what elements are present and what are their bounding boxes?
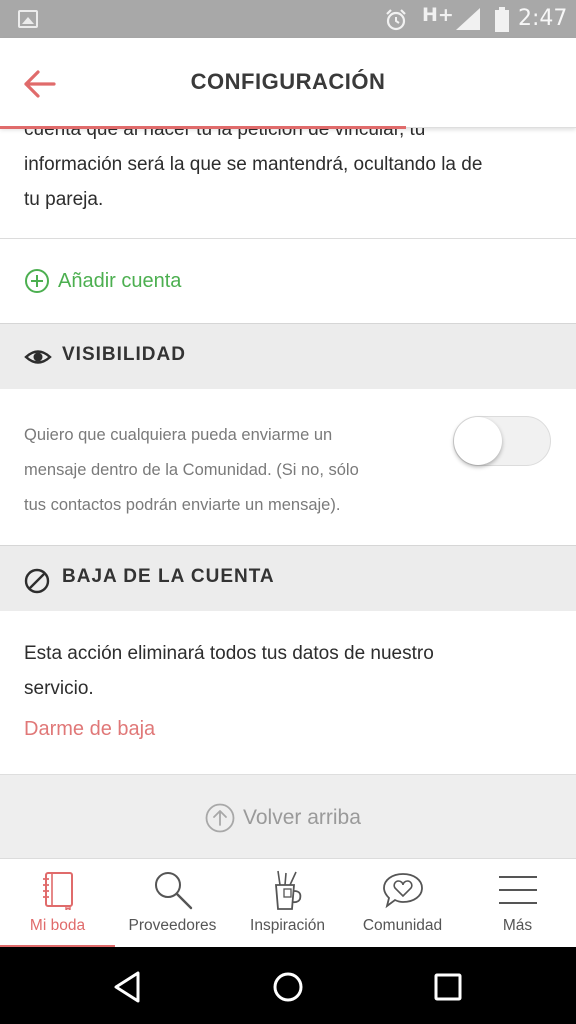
chat-heart-icon <box>382 873 423 909</box>
recents-square-icon[interactable] <box>428 967 468 1007</box>
description-line: mensaje dentro de la Comunidad. (Si no, … <box>24 461 359 479</box>
nav-label: Mi boda <box>29 917 86 934</box>
signal-icon <box>456 8 480 30</box>
home-circle-icon[interactable] <box>268 967 308 1007</box>
settings-content[interactable]: cuenta que al hacer tú la petición de vi… <box>0 128 576 858</box>
image-notification-icon <box>18 10 38 28</box>
menu-icon <box>498 876 537 904</box>
bottom-navigation: Mi boda Proveedores Inspiración Comunida… <box>0 858 576 948</box>
account-removal-section-header: BAJA DE LA CUENTA <box>0 545 576 611</box>
description-line: Esta acción eliminará todos tus datos de… <box>24 643 434 664</box>
magnifier-icon <box>154 872 192 910</box>
linked-account-description: cuenta que al hacer tú la petición de vi… <box>24 128 554 217</box>
arrow-up-circle-icon <box>205 803 235 833</box>
back-to-top-label: Volver arriba <box>243 806 361 829</box>
back-triangle-icon[interactable] <box>108 967 148 1007</box>
notebook-icon <box>42 872 73 910</box>
nav-item-comunidad[interactable]: Comunidad <box>345 859 460 948</box>
eye-icon <box>24 350 52 364</box>
system-navigation-bar <box>0 947 576 1024</box>
toggle-knob <box>454 417 502 465</box>
nav-label: Comunidad <box>362 917 443 934</box>
delete-account-link[interactable]: Darme de baja <box>24 718 155 741</box>
alarm-icon <box>386 9 406 31</box>
description-line: información será la que se mantendrá, oc… <box>24 154 483 175</box>
description-line: cuenta que al hacer tú la petición de vi… <box>24 128 426 140</box>
back-to-top-area: Volver arriba <box>0 774 576 858</box>
section-title: BAJA DE LA CUENTA <box>62 566 275 587</box>
description-line: servicio. <box>24 678 94 699</box>
cup-icon <box>274 870 301 910</box>
nav-item-inspiracion[interactable]: Inspiración <box>230 859 345 948</box>
back-to-top-button[interactable]: Volver arriba <box>205 803 361 833</box>
scroll-progress-bar <box>0 126 406 129</box>
network-type: H+ <box>422 4 454 26</box>
add-account-label: Añadir cuenta <box>58 269 182 292</box>
nav-item-mi-boda[interactable]: Mi boda <box>0 859 115 948</box>
account-removal-description: Esta acción eliminará todos tus datos de… <box>24 636 554 706</box>
description-line: tus contactos podrán enviarte un mensaje… <box>24 496 341 514</box>
description-line: tu pareja. <box>24 189 104 210</box>
visibility-toggle[interactable] <box>453 416 551 466</box>
prohibited-icon <box>24 568 50 594</box>
clock: 2:47 <box>518 6 568 31</box>
battery-icon <box>495 7 509 32</box>
nav-label: Más <box>502 917 533 934</box>
nav-item-proveedores[interactable]: Proveedores <box>115 859 230 948</box>
add-account-button[interactable]: Añadir cuenta <box>24 268 181 294</box>
plus-circle-icon <box>25 269 49 293</box>
visibility-section-header: VISIBILIDAD <box>0 323 576 389</box>
nav-label: Proveedores <box>128 917 217 934</box>
visibility-description: Quiero que cualquiera pueda enviarme un … <box>24 418 424 523</box>
section-title: VISIBILIDAD <box>62 344 186 365</box>
page-title: CONFIGURACIÓN <box>190 69 386 94</box>
nav-item-mas[interactable]: Más <box>460 859 575 948</box>
status-bar: H+ 2:47 <box>0 0 576 38</box>
nav-label: Inspiración <box>250 917 325 934</box>
app-header: CONFIGURACIÓN <box>0 38 576 129</box>
description-line: Quiero que cualquiera pueda enviarme un <box>24 426 333 444</box>
divider <box>0 238 576 239</box>
